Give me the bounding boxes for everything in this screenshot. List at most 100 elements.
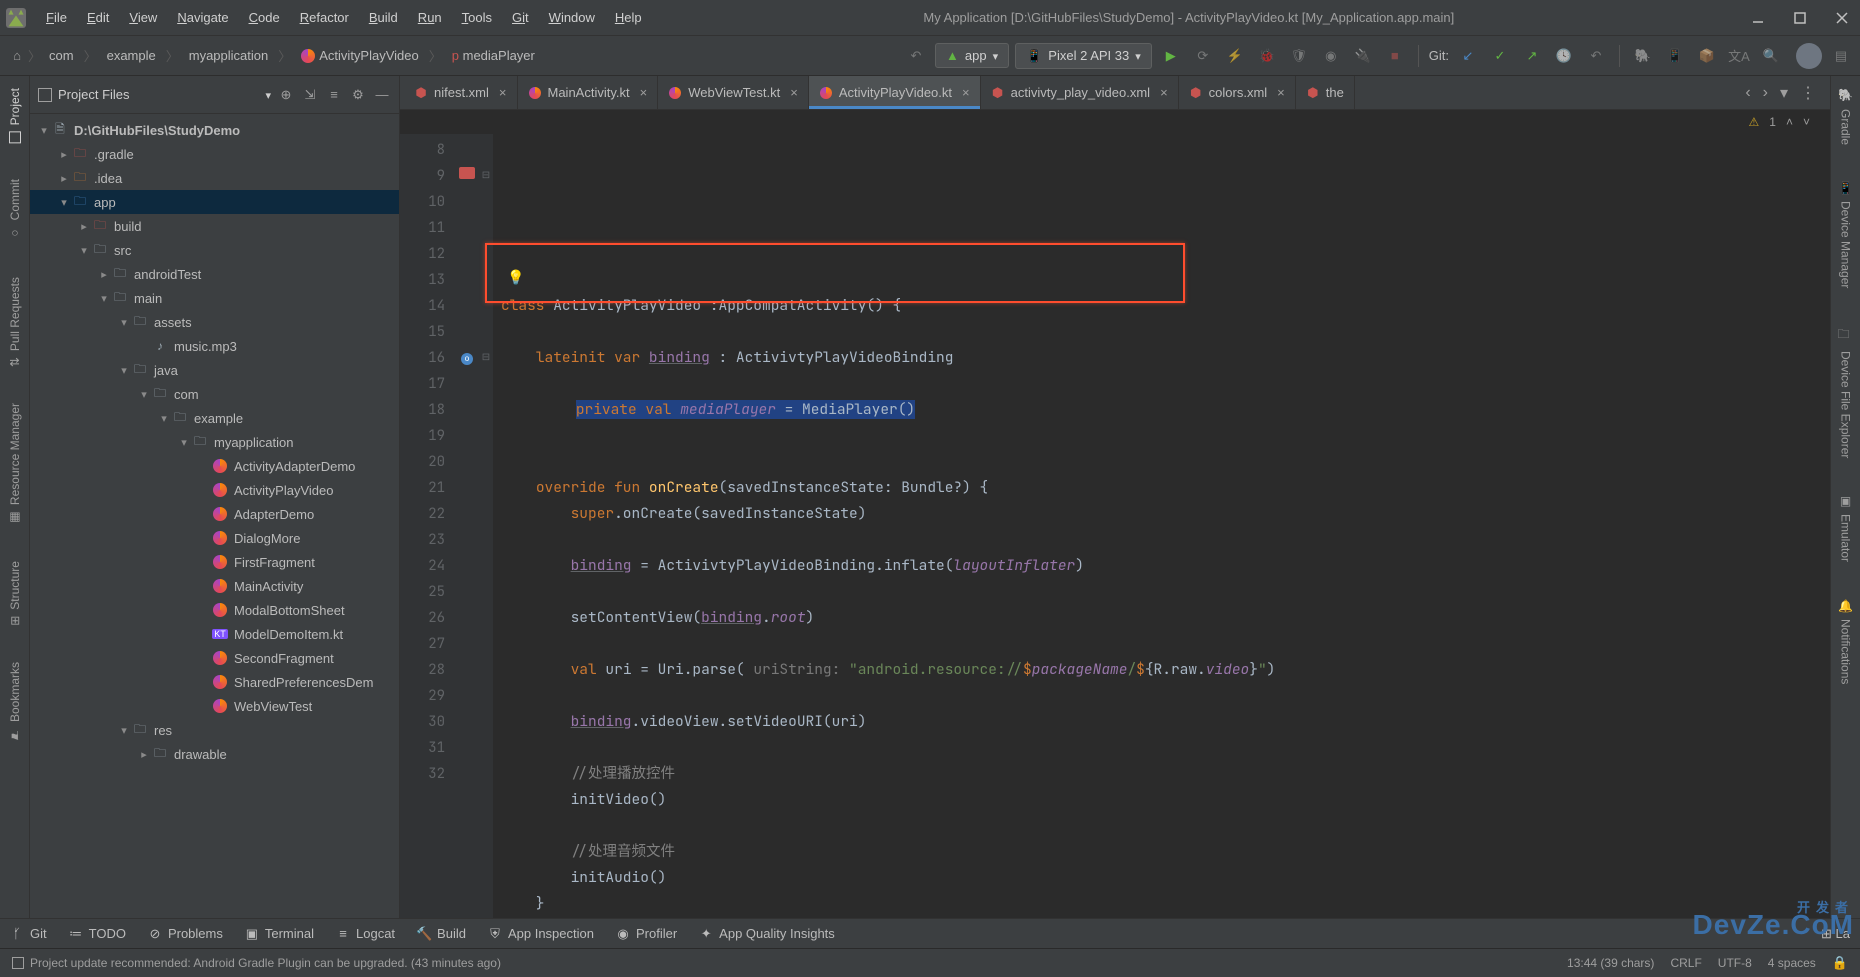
close-tab-icon[interactable]: × [499,85,507,100]
prev-highlight-icon[interactable]: ˄ [1786,115,1793,129]
bookmarks-tool-tab[interactable]: ⚑Bookmarks [6,654,24,750]
line-separator[interactable]: CRLF [1670,956,1701,970]
menu-window[interactable]: Window [539,10,605,25]
todo-tool-tab[interactable]: ≔TODO [69,926,126,941]
menu-edit[interactable]: Edit [77,10,119,25]
device-file-explorer-tool-tab[interactable]: 🗀Device File Explorer [1833,317,1858,467]
breadcrumb-item[interactable]: myapplication [181,45,277,66]
tree-item[interactable]: 🗀app [30,190,399,214]
project-tree[interactable]: 🗎 D:\GitHubFiles\StudyDemo 🗀.gradle🗀.ide… [30,114,399,918]
menu-view[interactable]: View [119,10,167,25]
git-history-icon[interactable]: 🕓 [1551,43,1577,69]
tree-item[interactable]: SecondFragment [30,646,399,670]
search-everywhere-icon[interactable]: 🔍 [1758,43,1784,69]
tree-item[interactable]: DialogMore [30,526,399,550]
tree-item[interactable]: 🗀res [30,718,399,742]
nav-home-icon[interactable]: ⌂ [6,43,28,69]
run-button[interactable]: ▶ [1158,43,1184,69]
profile-icon[interactable]: ◉ [1318,43,1344,69]
close-button[interactable] [1830,6,1854,30]
editor-tab[interactable]: WebViewTest.kt× [658,76,809,109]
emulator-tool-tab[interactable]: ▣Emulator [1837,486,1855,570]
avatar[interactable] [1796,43,1822,69]
expand-all-icon[interactable]: ⇲ [301,87,319,103]
git-tool-tab[interactable]: ᚶGit [10,926,47,941]
editor-tab[interactable]: ⬢activivty_play_video.xml× [981,76,1179,109]
settings-icon[interactable]: ▤ [1828,43,1854,69]
tree-root[interactable]: D:\GitHubFiles\StudyDemo [74,123,240,138]
notifications-tool-tab[interactable]: 🔔Notifications [1837,591,1855,693]
status-panel-icon[interactable] [12,957,24,969]
avd-manager-icon[interactable]: 📱 [1662,43,1688,69]
menu-build[interactable]: Build [359,10,408,25]
tree-item[interactable]: 🗀build [30,214,399,238]
close-tab-icon[interactable]: × [1160,85,1168,100]
fold-column[interactable]: ⊟ ⊟ [479,134,493,918]
terminal-tool-tab[interactable]: ▣Terminal [245,926,314,941]
tree-item[interactable]: 🗀com [30,382,399,406]
sync-gradle-icon[interactable]: 🐘 [1630,43,1656,69]
tree-item[interactable]: 🗀androidTest [30,262,399,286]
menu-tools[interactable]: Tools [452,10,502,25]
build-tool-tab[interactable]: 🔨Build [417,926,466,941]
tabs-overflow-right-icon[interactable]: › [1759,84,1772,102]
close-tab-icon[interactable]: × [1277,85,1285,100]
tree-item[interactable]: 🗀.gradle [30,142,399,166]
menu-run[interactable]: Run [408,10,452,25]
menu-file[interactable]: File [36,10,77,25]
collapse-all-icon[interactable]: ≡ [325,87,343,102]
rollback-icon[interactable]: ↶ [1583,43,1609,69]
breadcrumb-item[interactable]: com [41,45,82,66]
readonly-lock-icon[interactable]: 🔒 [1832,955,1848,971]
app-quality-tool-tab[interactable]: ✦App Quality Insights [699,926,835,941]
tree-item[interactable]: FirstFragment [30,550,399,574]
problems-tool-tab[interactable]: ⊘Problems [148,926,223,941]
apply-changes-icon[interactable]: ⟳ [1190,43,1216,69]
git-push-icon[interactable]: ↗ [1519,43,1545,69]
git-commit-icon[interactable]: ✓ [1487,43,1513,69]
indent-setting[interactable]: 4 spaces [1768,956,1816,970]
tree-item[interactable]: ActivityAdapterDemo [30,454,399,478]
debug-button[interactable]: 🐞 [1254,43,1280,69]
structure-tool-tab[interactable]: ⊞Structure [6,553,24,634]
attach-debugger-icon[interactable]: 🔌 [1350,43,1376,69]
tree-item[interactable]: ModalBottomSheet [30,598,399,622]
select-opened-file-icon[interactable]: ⊕ [277,87,295,103]
line-numbers-gutter[interactable]: 8910111213141516171819202122232425262728… [400,134,455,918]
tree-item[interactable]: SharedPreferencesDem [30,670,399,694]
app-inspection-tool-tab[interactable]: ⛨App Inspection [488,926,594,941]
close-tab-icon[interactable]: × [790,85,798,100]
status-message[interactable]: Project update recommended: Android Grad… [30,956,501,970]
tree-item[interactable]: 🗀.idea [30,166,399,190]
coverage-icon[interactable]: 🛡 [1286,43,1312,69]
sdk-manager-icon[interactable]: 📦 [1694,43,1720,69]
minimize-button[interactable] [1746,6,1770,30]
git-update-icon[interactable]: ↙ [1455,43,1481,69]
menu-refactor[interactable]: Refactor [290,10,359,25]
device-manager-tool-tab[interactable]: 📱Device Manager [1837,173,1855,297]
tree-item[interactable]: AdapterDemo [30,502,399,526]
tabs-dropdown-icon[interactable]: ▾ [1776,83,1792,103]
next-highlight-icon[interactable]: ˅ [1803,115,1810,129]
breadcrumb-item[interactable]: p mediaPlayer [444,45,543,66]
resource-manager-tool-tab[interactable]: ▦Resource Manager [6,395,24,533]
run-config-dropdown[interactable]: ▲ app [935,43,1009,68]
menu-git[interactable]: Git [502,10,539,25]
tree-item[interactable]: ActivityPlayVideo [30,478,399,502]
back-icon[interactable]: ↶ [903,43,929,69]
editor-tab[interactable]: ⬢colors.xml× [1179,76,1296,109]
close-tab-icon[interactable]: × [640,85,648,100]
tree-item[interactable]: MainActivity [30,574,399,598]
intention-bulb-icon[interactable]: 💡 [507,265,524,291]
file-encoding[interactable]: UTF-8 [1718,956,1752,970]
caret-position[interactable]: 13:44 (39 chars) [1567,956,1654,970]
pull-requests-tool-tab[interactable]: ⇅Pull Requests [6,269,24,375]
menu-help[interactable]: Help [605,10,652,25]
hide-panel-icon[interactable]: — [373,87,391,102]
editor-tab[interactable]: MainActivity.kt× [518,76,659,109]
tree-item[interactable]: WebViewTest [30,694,399,718]
menu-code[interactable]: Code [239,10,290,25]
device-dropdown[interactable]: 📱 Pixel 2 API 33 [1015,43,1152,69]
project-tool-tab[interactable]: Project [6,80,24,151]
breadcrumb-item[interactable]: ActivityPlayVideo [293,45,426,67]
